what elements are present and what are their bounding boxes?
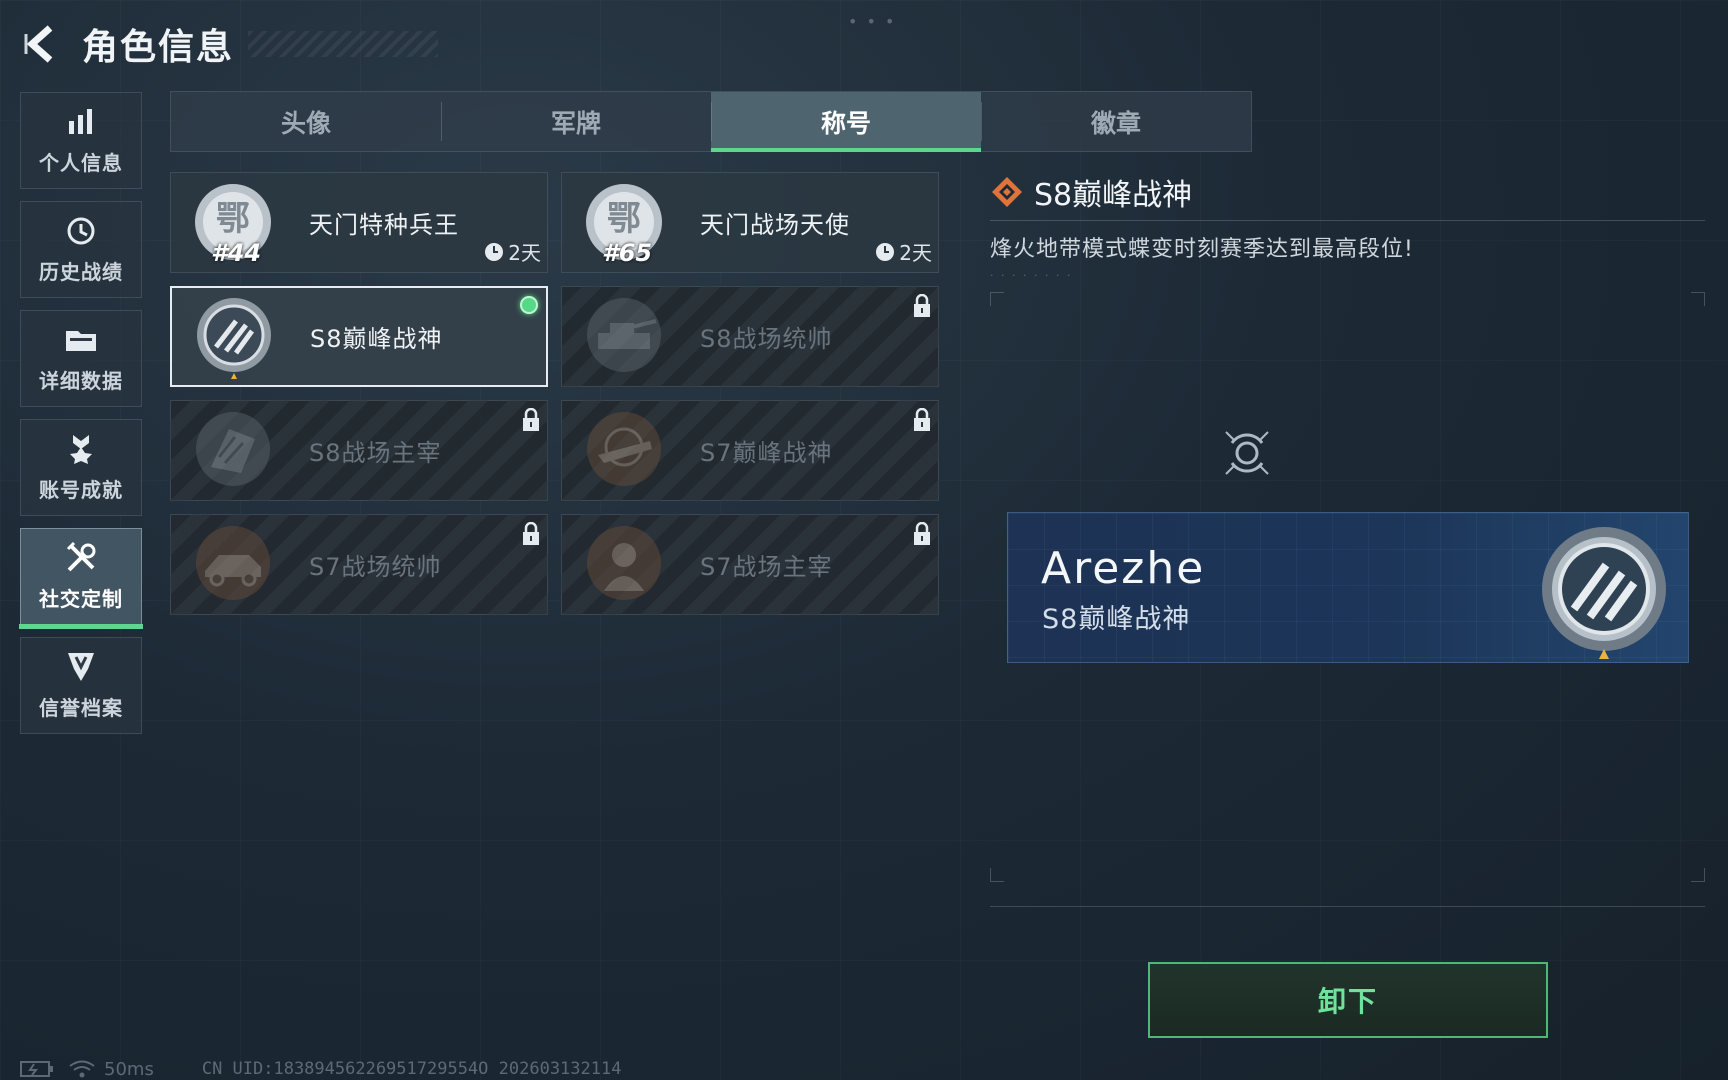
shield-icon [64,650,98,684]
preview-rotate-icon[interactable] [1222,428,1272,478]
bar-chart-icon [64,105,98,139]
sidebar-item-achievements[interactable]: 账号成就 [20,419,142,516]
title-card-locked[interactable]: S7战场主宰 [561,514,939,615]
title-card-locked[interactable]: S7巅峰战神 [561,400,939,501]
detail-description: 烽火地带模式蝶变时刻赛季达到最高段位! [990,237,1414,262]
battery-icon [20,1061,53,1077]
title-name: 天门战场天使 [700,211,850,239]
laurel-medal-icon: 鄂 #65 [578,177,670,269]
expiry-text: 2天 [508,241,541,265]
clock-icon [876,242,895,261]
equipped-indicator [520,296,538,314]
lock-icon [523,522,539,545]
vehicle-emblem-icon [187,519,279,611]
back-button[interactable] [20,22,64,66]
title-card-selected[interactable]: S8巅峰战神 [170,286,548,387]
unequip-button[interactable]: 卸下 [1148,962,1548,1038]
peak-warrior-emblem-icon [188,291,280,383]
title-name: S8战场主宰 [309,439,442,467]
player-title: S8巅峰战神 [1042,604,1191,635]
lock-icon [914,294,930,317]
rank-number: #65 [602,238,653,267]
expiry-timer: 2天 [875,237,932,266]
sidebar-item-profile[interactable]: 个人信息 [20,92,142,189]
detail-subtext: · · · · · · · · [990,269,1073,282]
sidebar-item-label: 个人信息 [39,151,123,175]
detail-divider [990,220,1705,221]
tools-icon [64,541,98,575]
title-list: 鄂 #44 天门特种兵王 2天 鄂 #65 天门战场天使 2天 S8巅峰战神 S… [170,172,939,615]
history-icon [64,214,98,248]
unequip-label: 卸下 [1317,985,1378,1018]
tab-title[interactable]: 称号 [711,92,981,152]
building-emblem-icon [187,405,279,497]
svg-text:鄂: 鄂 [607,199,641,239]
detail-title: S8巅峰战神 [1034,178,1193,213]
peak-warrior-emblem-icon [1542,527,1666,659]
title-card[interactable]: 鄂 #44 天门特种兵王 2天 [170,172,548,273]
clock-icon [485,242,504,261]
title-name: S7巅峰战神 [700,439,833,467]
lock-icon [523,408,539,431]
title-name: S7战场统帅 [309,553,442,581]
title-card-locked[interactable]: S8战场主宰 [170,400,548,501]
detail-header: S8巅峰战神 [990,170,1705,214]
sidebar-item-label: 历史战绩 [39,260,123,284]
laurel-medal-icon: 鄂 #44 [187,177,279,269]
sidebar-item-label: 详细数据 [39,369,123,393]
sidebar-item-reputation[interactable]: 信誉档案 [20,637,142,734]
status-bar: 50ms CN UID:18389456226951729554O 202603… [20,1058,621,1080]
sidebar: 个人信息 历史战绩 详细数据 账号成就 社交定制 信誉档案 [19,92,144,746]
uid-text: CN UID:18389456226951729554O 20260313211… [201,1059,622,1079]
sidebar-item-label: 信誉档案 [39,696,123,720]
player-name: Arezhe [1041,543,1206,594]
rank-number: #44 [211,238,262,267]
folder-icon [64,323,98,357]
title-name: S7战场主宰 [700,553,833,581]
expiry-text: 2天 [899,241,932,265]
sidebar-item-social[interactable]: 社交定制 [19,528,143,629]
title-name: S8巅峰战神 [310,325,443,353]
title-card-locked[interactable]: S8战场统帅 [561,286,939,387]
sidebar-item-history[interactable]: 历史战绩 [20,201,142,298]
back-arrow-icon [24,25,53,63]
soldier-emblem-icon [578,519,670,611]
diamond-icon [992,177,1022,207]
svg-text:鄂: 鄂 [216,199,250,239]
sidebar-item-label: 账号成就 [39,478,123,502]
tab-dogtag[interactable]: 军牌 [441,92,711,151]
lock-icon [914,408,930,431]
ping-text: 50ms [104,1058,154,1080]
achievement-icon [64,432,98,466]
window-dots: • • • [848,12,897,31]
tab-badge[interactable]: 徽章 [981,92,1251,151]
wifi-icon [69,1060,95,1078]
sidebar-item-details[interactable]: 详细数据 [20,310,142,407]
title-card-locked[interactable]: S7战场统帅 [170,514,548,615]
nameplate-preview: Arezhe S8巅峰战神 [1007,512,1689,663]
title-name: S8战场统帅 [700,325,833,353]
page-title: 角色信息 [82,27,235,68]
tab-avatar[interactable]: 头像 [171,92,441,151]
rifle-emblem-icon [578,405,670,497]
expiry-timer: 2天 [484,237,541,266]
title-decoration [248,31,439,57]
page-header: 角色信息 [20,18,439,70]
panel-divider [990,906,1705,907]
sidebar-item-label: 社交定制 [39,587,123,611]
title-card[interactable]: 鄂 #65 天门战场天使 2天 [561,172,939,273]
lock-icon [914,522,930,545]
title-detail-panel: S8巅峰战神 烽火地带模式蝶变时刻赛季达到最高段位! · · · · · · ·… [990,170,1705,282]
tab-bar: 头像 军牌 称号 徽章 [170,91,1252,152]
tank-emblem-icon [578,291,670,383]
title-name: 天门特种兵王 [309,211,459,239]
